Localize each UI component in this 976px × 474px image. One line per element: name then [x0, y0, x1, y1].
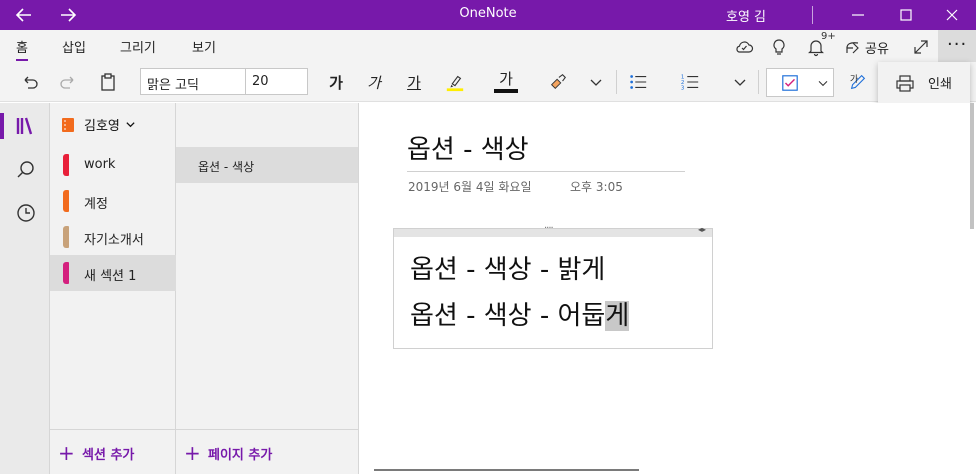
tab-insert[interactable]: 삽입	[62, 37, 86, 56]
notifications-bell-icon[interactable]: 9+	[805, 31, 836, 58]
tag-chevron-down-icon	[818, 81, 828, 87]
section-label: 새 섹션 1	[84, 269, 137, 284]
redo-icon[interactable]	[56, 70, 80, 94]
section-item-account[interactable]: 계정	[50, 183, 176, 219]
section-item-self-intro[interactable]: 자기소개서	[50, 219, 176, 255]
titlebar-divider	[812, 6, 813, 24]
share-label: 공유	[865, 42, 889, 57]
numbered-list-icon[interactable]: 123	[678, 70, 702, 94]
chevron-down-icon	[126, 122, 135, 128]
ellipsis-icon: ···	[947, 34, 968, 55]
add-page-label: 페이지 추가	[208, 448, 273, 463]
sync-cloud-icon[interactable]	[733, 36, 755, 58]
section-item-work[interactable]: work	[50, 147, 176, 183]
share-button[interactable]: 공유	[843, 36, 895, 58]
lightbulb-icon[interactable]	[768, 36, 790, 58]
page-title[interactable]: 옵션 - 색상	[407, 129, 529, 166]
search-icon[interactable]	[14, 158, 38, 182]
font-color-swatch	[494, 89, 518, 93]
plus-icon: +	[184, 441, 201, 465]
close-icon[interactable]	[940, 3, 964, 27]
menu-item-print-label: 인쇄	[928, 77, 952, 92]
undo-icon[interactable]	[18, 70, 42, 94]
more-formatting-chevron-icon[interactable]	[586, 70, 606, 94]
ribbon-toolbar: 맑은 고딕 20 가 가 가 가 123 가	[0, 62, 976, 102]
format-painter-icon[interactable]	[546, 70, 570, 94]
printer-icon	[896, 74, 914, 92]
page-item[interactable]: 옵션 - 색상	[176, 147, 358, 183]
font-color-button[interactable]: 가	[494, 70, 518, 94]
note-container-handle[interactable]: ···· ◂▸	[394, 223, 712, 237]
add-section-label: 섹션 추가	[82, 448, 135, 463]
note-line-bright[interactable]: 옵션 - 색상 - 밝게	[410, 249, 605, 286]
title-underline	[407, 171, 685, 172]
horizontal-scrollbar[interactable]	[374, 469, 639, 471]
recent-clock-icon[interactable]	[14, 201, 38, 225]
share-icon	[846, 42, 859, 54]
note-line-dark-text: 옵션 - 색상 - 어둡	[410, 301, 606, 331]
svg-text:가: 가	[850, 74, 859, 85]
plus-icon: +	[58, 441, 75, 465]
app-title: OneNote	[459, 6, 517, 21]
tag-dropdown[interactable]	[766, 68, 834, 97]
add-page-button[interactable]: + 페이지 추가	[176, 429, 358, 474]
notification-count: 9+	[821, 31, 836, 42]
maximize-icon[interactable]	[894, 3, 918, 27]
rail-active-indicator	[0, 113, 4, 139]
navigation-rail	[0, 103, 50, 474]
section-item-new-section[interactable]: 새 섹션 1	[50, 255, 176, 291]
title-bar: OneNote 호영 김	[0, 0, 976, 30]
list-options-chevron-icon[interactable]	[730, 70, 750, 94]
bullet-list-icon[interactable]	[626, 70, 650, 94]
user-name[interactable]: 호영 김	[726, 6, 766, 25]
italic-button[interactable]: 가	[362, 70, 386, 94]
note-container[interactable]: ···· ◂▸ 옵션 - 색상 - 밝게 옵션 - 색상 - 어둡게	[393, 223, 713, 349]
section-color-tab	[63, 154, 69, 176]
tab-draw[interactable]: 그리기	[120, 37, 156, 56]
notebook-icon	[62, 117, 74, 132]
notebook-name: 김호영	[84, 119, 120, 134]
tab-home[interactable]: 홈	[16, 37, 28, 61]
section-label: work	[84, 157, 116, 172]
more-options-button[interactable]: ···	[938, 30, 976, 62]
notebooks-icon[interactable]	[14, 114, 38, 138]
ribbon-tabs: 홈 삽입 그리기 보기 9+ 공유 ···	[0, 30, 976, 62]
section-label: 계정	[84, 197, 108, 212]
notebook-selector[interactable]: 김호영	[60, 115, 136, 134]
note-line-dark[interactable]: 옵션 - 색상 - 어둡게	[410, 295, 630, 332]
minimize-icon[interactable]	[846, 3, 870, 27]
font-name-field[interactable]: 맑은 고딕	[140, 68, 246, 95]
page-canvas[interactable]: 옵션 - 색상 2019년 6월 4일 화요일 오후 3:05 ···· ◂▸ …	[359, 103, 976, 474]
fullscreen-icon[interactable]	[910, 36, 932, 58]
font-color-glyph: 가	[499, 70, 513, 88]
vertical-scrollbar[interactable]	[970, 103, 974, 229]
toolbar-divider	[616, 70, 617, 94]
section-label: 자기소개서	[84, 233, 144, 248]
section-color-tab	[63, 262, 69, 284]
page-time: 오후 3:05	[570, 180, 623, 194]
section-color-tab	[63, 226, 69, 248]
section-color-tab	[63, 190, 69, 212]
todo-checkbox-icon	[782, 75, 798, 91]
page-date: 2019년 6월 4일 화요일	[408, 180, 532, 194]
menu-item-print[interactable]: 인쇄	[878, 62, 970, 103]
svg-text:3: 3	[681, 85, 685, 91]
sections-pane: 김호영 work 계정 자기소개서 새 섹션 1 + 섹션 추가	[50, 103, 176, 474]
selected-text: 게	[605, 301, 630, 331]
drag-handle-icon: ····	[544, 223, 554, 234]
bold-button[interactable]: 가	[324, 70, 348, 94]
resize-arrows-icon: ◂▸	[698, 225, 707, 234]
toolbar-divider	[758, 70, 759, 94]
page-item-label: 옵션 - 색상	[198, 160, 255, 174]
tab-view[interactable]: 보기	[192, 37, 216, 56]
clipboard-icon[interactable]	[96, 70, 120, 94]
highlighter-icon[interactable]	[442, 70, 468, 94]
add-section-button[interactable]: + 섹션 추가	[50, 429, 175, 474]
pages-pane: 옵션 - 색상 + 페이지 추가	[176, 103, 359, 474]
font-size-field[interactable]: 20	[246, 68, 308, 95]
underline-button[interactable]: 가	[402, 70, 426, 94]
styles-brush-icon[interactable]: 가	[846, 70, 870, 94]
